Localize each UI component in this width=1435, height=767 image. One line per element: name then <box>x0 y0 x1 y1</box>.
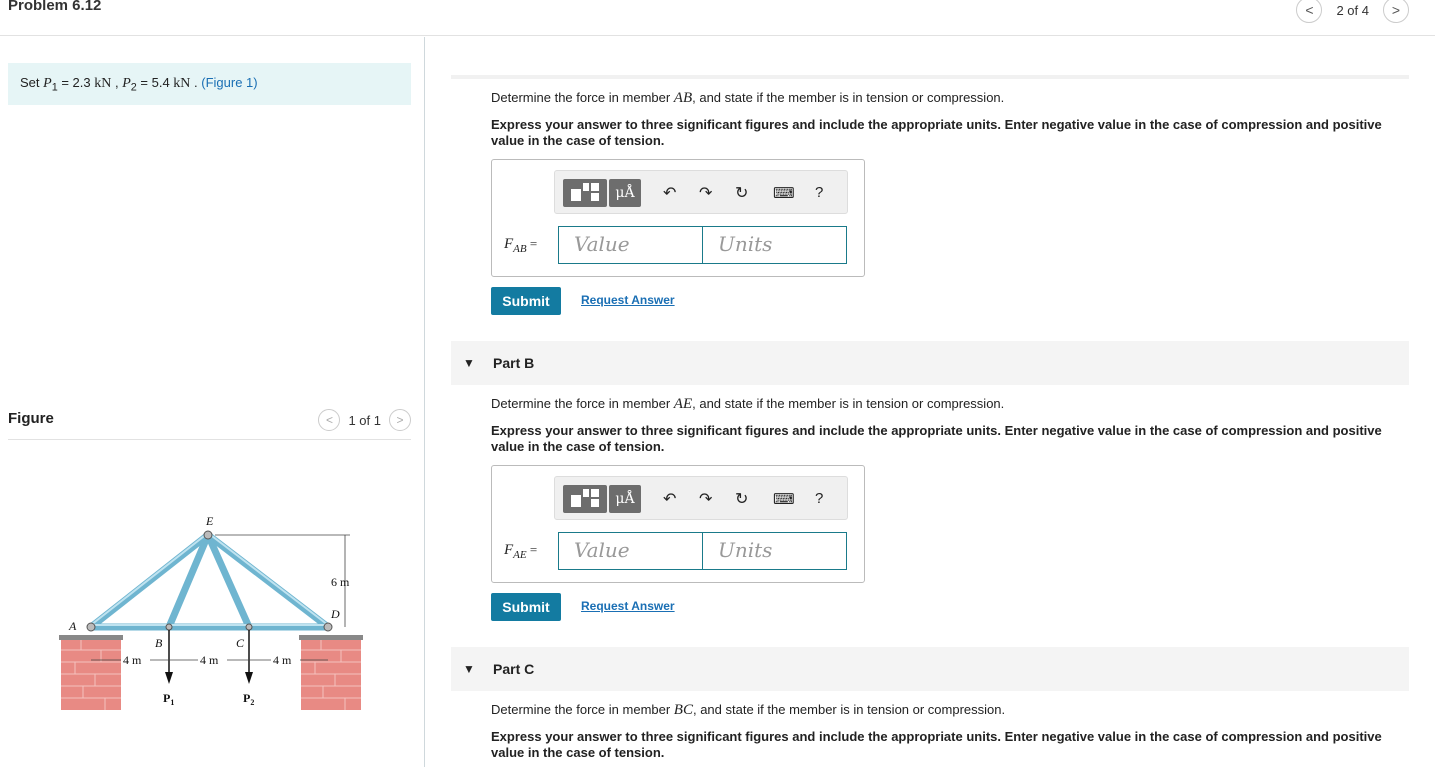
label-c: C <box>236 636 245 650</box>
part-c-header[interactable]: ▼ Part C <box>451 647 1409 691</box>
label-b: B <box>155 636 163 650</box>
part-b-submit-button[interactable]: Submit <box>491 593 561 621</box>
units-icon[interactable]: μÅ <box>609 179 641 207</box>
part-a-answer-box: μÅ ↶ ↷ ↻ ⌨ ? FAB = Value Units <box>491 159 865 277</box>
truss-members <box>87 531 332 631</box>
undo-icon[interactable]: ↶ <box>663 183 676 203</box>
templates-icon[interactable] <box>563 179 607 207</box>
units-icon[interactable]: μÅ <box>609 485 641 513</box>
load-label-p2: P2 <box>243 691 254 707</box>
keyboard-icon[interactable]: ⌨ <box>773 184 795 202</box>
dim-label-3: 4 m <box>273 653 292 667</box>
figure-header: Figure < 1 of 1 > <box>8 404 411 440</box>
label-e: E <box>205 514 214 528</box>
part-c-label: Part C <box>493 661 535 677</box>
dim-label-2: 4 m <box>200 653 219 667</box>
top-separator <box>451 75 1409 79</box>
part-b-toolbar: μÅ ↶ ↷ ↻ ⌨ ? <box>554 476 848 520</box>
part-a-value-input[interactable]: Value <box>558 226 703 264</box>
problem-pager-text: 2 of 4 <box>1336 2 1369 18</box>
truss-figure: A B C D E 4 m 4 m 4 m 6 m P1 P2 <box>59 514 363 710</box>
part-a-variable: FAB = <box>504 236 538 255</box>
part-b-instructions: Express your answer to three significant… <box>491 423 1382 454</box>
part-a-units-input[interactable]: Units <box>702 226 847 264</box>
part-a-toolbar: μÅ ↶ ↷ ↻ ⌨ ? <box>554 170 848 214</box>
collapse-icon: ▼ <box>463 356 475 370</box>
label-d: D <box>330 607 340 621</box>
load-label-p1: P1 <box>163 691 174 707</box>
part-b-header[interactable]: ▼ Part B <box>451 341 1409 385</box>
reset-icon[interactable]: ↻ <box>735 183 748 203</box>
part-b-request-answer-link[interactable]: Request Answer <box>581 599 675 613</box>
part-a-submit-button[interactable]: Submit <box>491 287 561 315</box>
right-support <box>299 635 363 710</box>
top-bar: Problem 6.12 < 2 of 4 > <box>0 0 1435 36</box>
part-a-instructions: Express your answer to three significant… <box>491 117 1382 148</box>
help-icon[interactable]: ? <box>815 490 823 507</box>
redo-icon[interactable]: ↷ <box>699 183 712 203</box>
part-c-question: Determine the force in member BC, and st… <box>491 702 1006 718</box>
next-figure-button[interactable]: > <box>389 409 411 431</box>
problem-pager: < 2 of 4 > <box>1296 0 1409 23</box>
undo-icon[interactable]: ↶ <box>663 489 676 509</box>
part-a-question: Determine the force in member AB, and st… <box>491 90 1005 106</box>
part-b-value-input[interactable]: Value <box>558 532 703 570</box>
part-b-question: Determine the force in member AE, and st… <box>491 396 1005 412</box>
help-icon[interactable]: ? <box>815 184 823 201</box>
given-values-box: Set P1 = 2.3 kN , P2 = 5.4 kN . (Figure … <box>8 63 411 105</box>
reset-icon[interactable]: ↻ <box>735 489 748 509</box>
part-b-variable: FAE = <box>504 542 538 561</box>
templates-icon[interactable] <box>563 485 607 513</box>
prev-problem-button[interactable]: < <box>1296 0 1323 23</box>
figure-link[interactable]: (Figure 1) <box>201 75 257 90</box>
redo-icon[interactable]: ↷ <box>699 489 712 509</box>
dim-label-1: 4 m <box>123 653 142 667</box>
height-label: 6 m <box>331 575 350 589</box>
left-support <box>59 635 123 710</box>
figure-pager-text: 1 of 1 <box>348 412 381 428</box>
label-a: A <box>68 619 77 633</box>
figure-title: Figure <box>8 410 54 427</box>
part-a-request-answer-link[interactable]: Request Answer <box>581 293 675 307</box>
part-b-label: Part B <box>493 355 535 371</box>
keyboard-icon[interactable]: ⌨ <box>773 490 795 508</box>
prev-figure-button[interactable]: < <box>318 409 341 431</box>
next-problem-button[interactable]: > <box>1383 0 1409 23</box>
part-c-instructions: Express your answer to three significant… <box>491 729 1382 760</box>
problem-title: Problem 6.12 <box>8 0 102 14</box>
part-b-answer-box: μÅ ↶ ↷ ↻ ⌨ ? FAE = Value Units <box>491 465 865 583</box>
part-b-units-input[interactable]: Units <box>702 532 847 570</box>
collapse-icon: ▼ <box>463 662 475 676</box>
right-panel: Determine the force in member AB, and st… <box>425 37 1435 767</box>
figure-pager: < 1 of 1 > <box>318 409 411 431</box>
